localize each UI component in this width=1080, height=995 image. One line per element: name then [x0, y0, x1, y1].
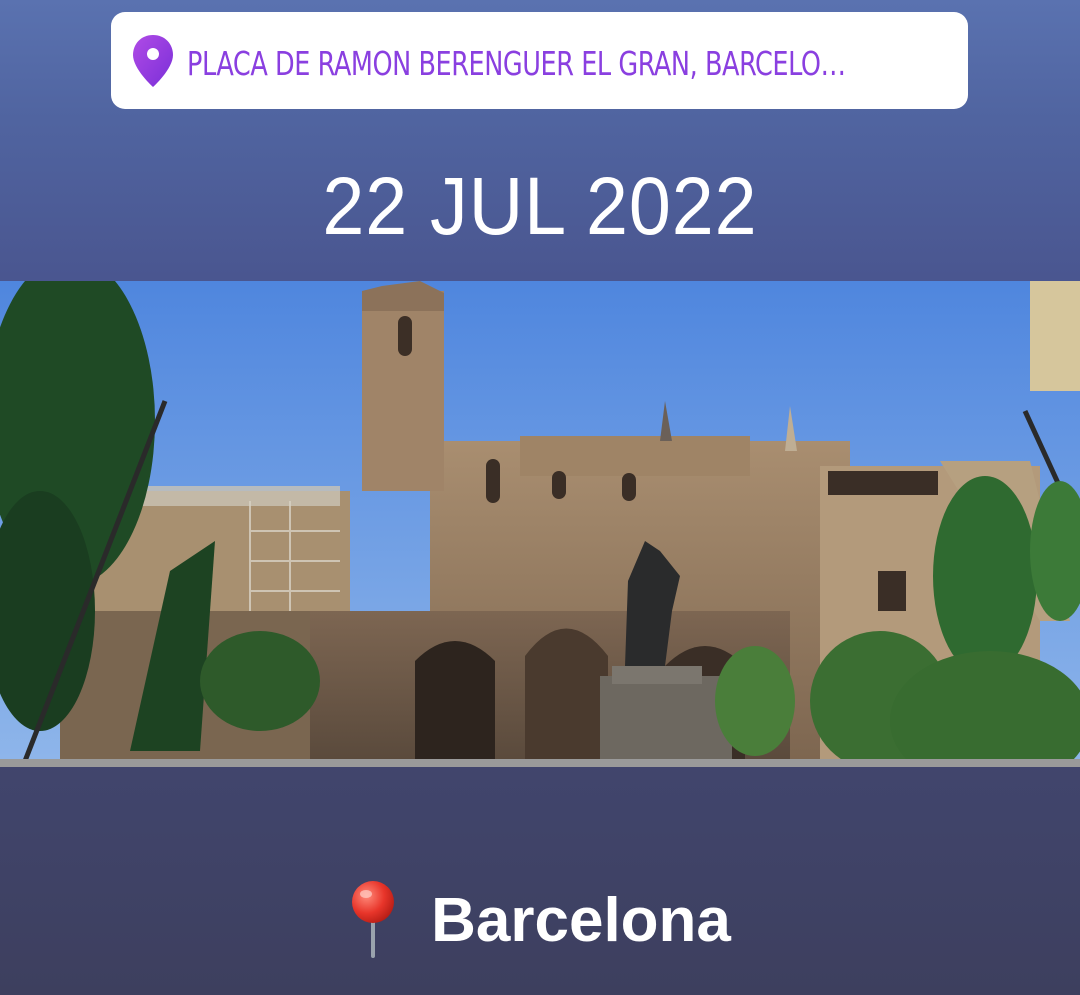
caption[interactable]: Barcelona: [0, 875, 1080, 965]
location-pin-icon: [133, 34, 173, 87]
location-name: PLACA DE RAMON BERENGUER EL GRAN, BARCEL…: [187, 43, 850, 83]
barcelona-plaza-photo: [0, 281, 1080, 767]
caption-text: Barcelona: [431, 885, 731, 955]
round-pushpin-icon: [352, 881, 395, 958]
location-sticker[interactable]: PLACA DE RAMON BERENGUER EL GRAN, BARCEL…: [111, 12, 968, 109]
date-sticker[interactable]: 22 JUL 2022: [43, 160, 1037, 254]
